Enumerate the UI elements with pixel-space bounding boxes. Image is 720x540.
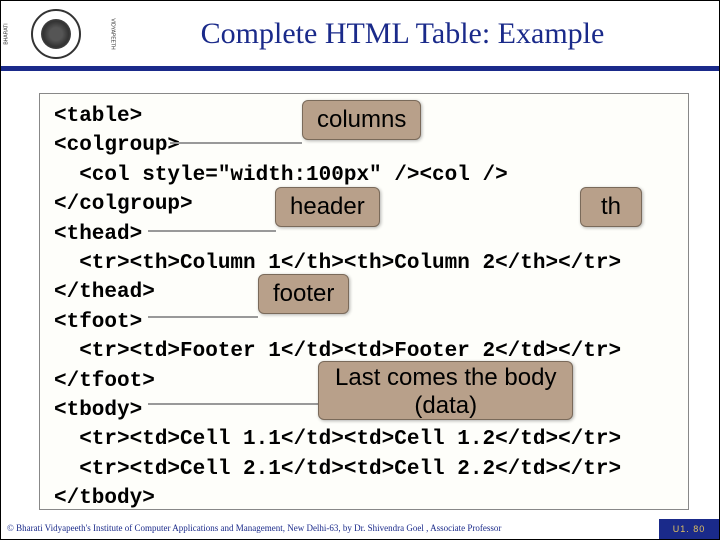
code-line: <col style="width:100px" /><col />: [54, 161, 674, 190]
connector-line: [148, 230, 276, 232]
slide-title: Complete HTML Table: Example: [106, 17, 719, 51]
callout-columns: columns: [302, 100, 421, 140]
logo-circle-icon: [31, 9, 81, 59]
callout-body-line2: (data): [414, 392, 477, 419]
code-line: <tr><th>Column 1</th><th>Column 2</th></…: [54, 249, 674, 278]
connector-line: [148, 403, 318, 405]
code-line: <tr><td>Cell 2.1</td><td>Cell 2.2</td></…: [54, 455, 674, 484]
callout-header: header: [275, 187, 380, 227]
code-line: <tr><td>Cell 1.1</td><td>Cell 1.2</td></…: [54, 425, 674, 454]
slide-header: BHARATI VIDYAPEETH Complete HTML Table: …: [1, 1, 719, 71]
slide-footer-copyright: © Bharati Vidyapeeth's Institute of Comp…: [7, 523, 649, 533]
code-example-box: <table> <colgroup> <col style="width:100…: [39, 93, 689, 510]
institution-logo: BHARATI VIDYAPEETH: [6, 4, 106, 64]
callout-footer: footer: [258, 274, 349, 314]
callout-body: Last comes the body (data): [318, 361, 573, 420]
logo-text-right: VIDYAPEETH: [109, 18, 115, 49]
connector-line: [170, 142, 302, 144]
code-line: <tfoot>: [54, 308, 674, 337]
callout-body-line1: Last comes the body: [335, 364, 556, 391]
slide-footer-page: U1. 80: [659, 519, 719, 539]
logo-text-left: BHARATI: [4, 23, 10, 44]
code-line: </thead>: [54, 278, 674, 307]
code-line: </tbody>: [54, 484, 674, 510]
connector-line: [148, 316, 258, 318]
logo-inner-icon: [41, 19, 71, 49]
callout-th: th: [580, 187, 642, 227]
